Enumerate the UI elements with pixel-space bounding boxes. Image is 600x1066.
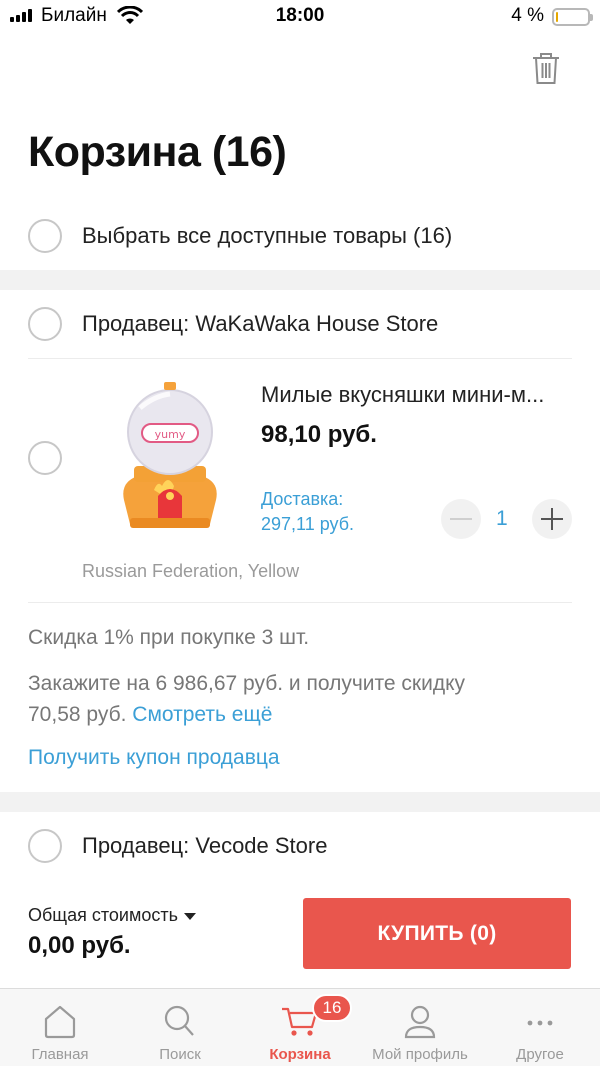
home-icon bbox=[44, 1005, 76, 1039]
seller-name[interactable]: Продавец: WaKaWaka House Store bbox=[82, 311, 438, 337]
tab-label: Корзина bbox=[269, 1046, 331, 1063]
seller-name[interactable]: Продавец: Vecode Store bbox=[82, 833, 327, 859]
order-more-line-1: Закажите на 6 986,67 руб. и получите ски… bbox=[28, 672, 466, 695]
tab-search[interactable]: Поиск bbox=[120, 989, 240, 1066]
seller-checkbox[interactable] bbox=[28, 829, 62, 863]
order-more-text: Закажите на 6 986,67 руб. и получите ски… bbox=[28, 668, 465, 730]
tab-label: Главная bbox=[31, 1046, 89, 1063]
clock: 18:00 bbox=[275, 5, 325, 26]
product-title[interactable]: Милые вкусняшки мини-м... bbox=[261, 382, 544, 408]
profile-icon bbox=[404, 1005, 436, 1039]
quantity-increase-button[interactable] bbox=[532, 499, 572, 539]
tab-profile[interactable]: Мой профиль bbox=[360, 989, 480, 1066]
order-more-line-2: 70,58 руб. Смотреть ещё bbox=[28, 699, 465, 730]
caret-down-icon[interactable] bbox=[184, 912, 196, 920]
divider bbox=[28, 602, 572, 603]
delivery-price: 297,11 руб. bbox=[261, 514, 355, 534]
total-amount: 0,00 руб. bbox=[28, 932, 131, 959]
get-coupon-link[interactable]: Получить купон продавца bbox=[28, 742, 280, 773]
gumball-machine-image[interactable]: yumy bbox=[98, 378, 242, 538]
total-label-text: Общая стоимость bbox=[28, 905, 178, 925]
section-divider bbox=[0, 270, 600, 290]
tab-more[interactable]: Другое bbox=[480, 989, 600, 1066]
section-divider bbox=[0, 792, 600, 812]
buy-button[interactable]: КУПИТЬ (0) bbox=[303, 898, 571, 969]
product-checkbox[interactable] bbox=[28, 441, 62, 475]
page-title: Корзина (16) bbox=[28, 128, 287, 176]
select-all-label[interactable]: Выбрать все доступные товары (16) bbox=[82, 223, 452, 249]
tab-label: Мой профиль bbox=[372, 1046, 468, 1063]
product-price: 98,10 руб. bbox=[261, 421, 377, 448]
tab-label: Поиск bbox=[159, 1046, 201, 1063]
quantity-decrease-button[interactable] bbox=[441, 499, 481, 539]
see-more-link[interactable]: Смотреть ещё bbox=[132, 703, 272, 726]
cart-count-badge: 16 bbox=[312, 994, 352, 1022]
battery-icon bbox=[552, 8, 593, 26]
seller-checkbox[interactable] bbox=[28, 307, 62, 341]
more-icon bbox=[527, 1020, 553, 1026]
discount-text: Скидка 1% при покупке 3 шт. bbox=[28, 626, 310, 649]
trash-icon[interactable] bbox=[530, 51, 562, 85]
battery-percent: 4 % bbox=[511, 5, 544, 26]
svg-text:yumy: yumy bbox=[155, 428, 186, 441]
order-more-amount: 70,58 руб. bbox=[28, 703, 127, 726]
tab-home[interactable]: Главная bbox=[0, 989, 120, 1066]
select-all-checkbox[interactable] bbox=[28, 219, 62, 253]
status-bar: Билайн 18:00 4 % bbox=[0, 0, 600, 34]
product-variant: Russian Federation, Yellow bbox=[82, 561, 300, 581]
delivery-label: Доставка: bbox=[261, 489, 344, 509]
quantity-value: 1 bbox=[496, 507, 508, 530]
total-label[interactable]: Общая стоимость bbox=[28, 905, 196, 926]
divider bbox=[28, 358, 572, 359]
search-icon bbox=[164, 1005, 194, 1036]
tab-label: Другое bbox=[516, 1046, 564, 1063]
tab-bar: Главная Поиск Корзина Мой профиль Другое bbox=[0, 988, 600, 1066]
